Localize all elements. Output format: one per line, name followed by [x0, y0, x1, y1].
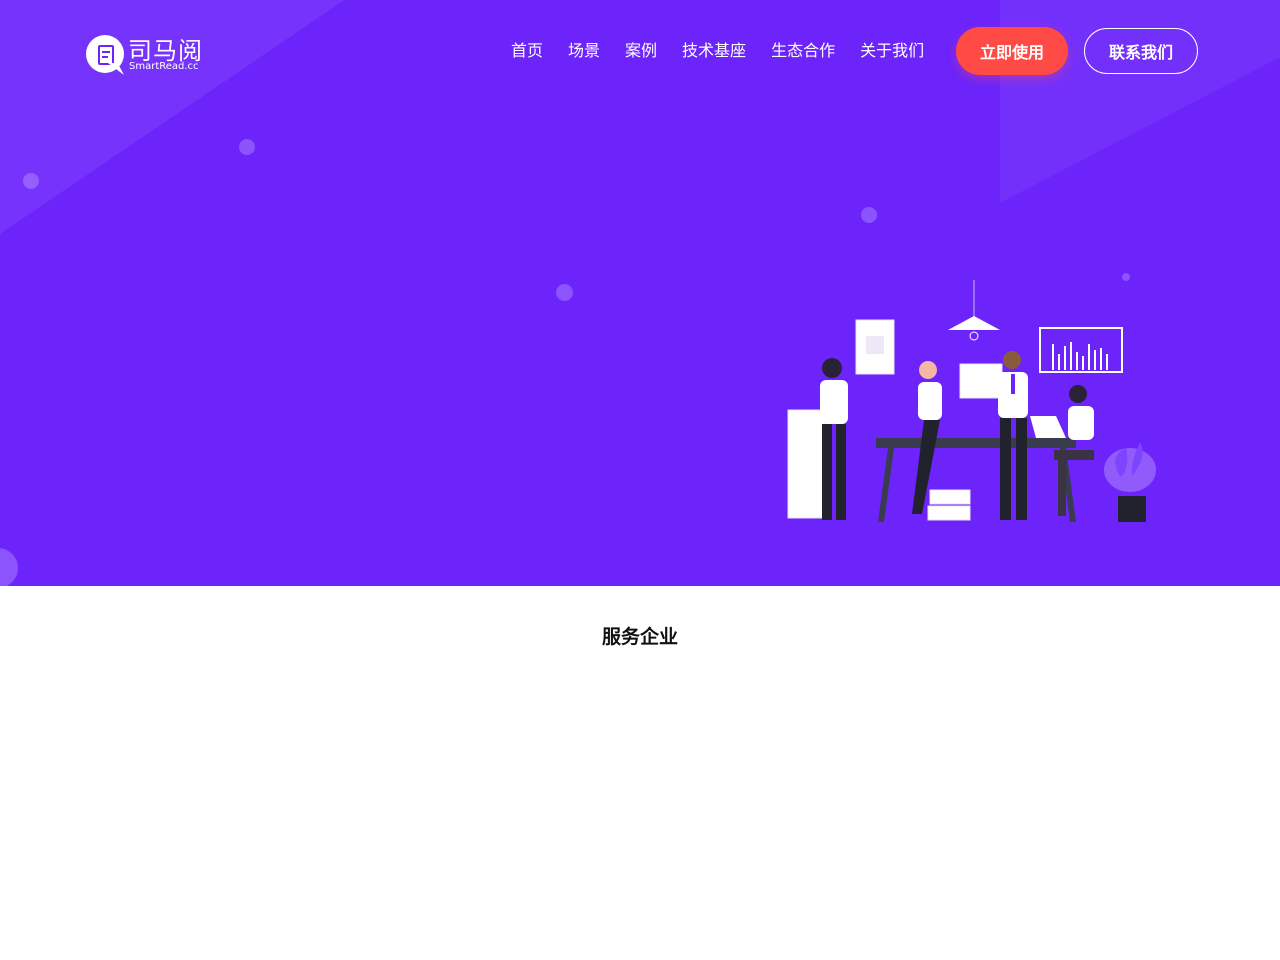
decorative-dot: [239, 139, 255, 155]
brand-logo[interactable]: 司马阅 SmartRead.cc: [86, 34, 216, 74]
use-now-button[interactable]: 立即使用: [956, 27, 1068, 75]
nav-link-scenarios[interactable]: 场景: [568, 40, 600, 62]
nav-link-technology[interactable]: 技术基座: [682, 40, 746, 62]
nav-link-cases[interactable]: 案例: [625, 40, 657, 62]
nav-link-ecosystem[interactable]: 生态合作: [771, 40, 835, 62]
decorative-dot: [23, 173, 39, 189]
decorative-dot: [0, 548, 18, 586]
decorative-dot: [861, 207, 877, 223]
section-title-clients: 服务企业: [601, 626, 678, 648]
contact-us-button[interactable]: 联系我们: [1084, 28, 1198, 74]
decorative-dot: [556, 284, 573, 301]
team-office-illustration: [787, 280, 1156, 522]
nav-link-about[interactable]: 关于我们: [860, 40, 924, 62]
brand-subtitle: SmartRead.cc: [129, 61, 199, 72]
nav-link-home[interactable]: 首页: [511, 40, 543, 62]
nav-menu: 首页 场景 案例 技术基座 生态合作 关于我们: [511, 40, 924, 62]
hero-banner: 司马阅 SmartRead.cc 首页 场景 案例 技术基座 生态合作 关于我们…: [0, 0, 1280, 586]
document-icon: [86, 35, 124, 73]
top-navigation: 司马阅 SmartRead.cc 首页 场景 案例 技术基座 生态合作 关于我们…: [0, 0, 1280, 100]
